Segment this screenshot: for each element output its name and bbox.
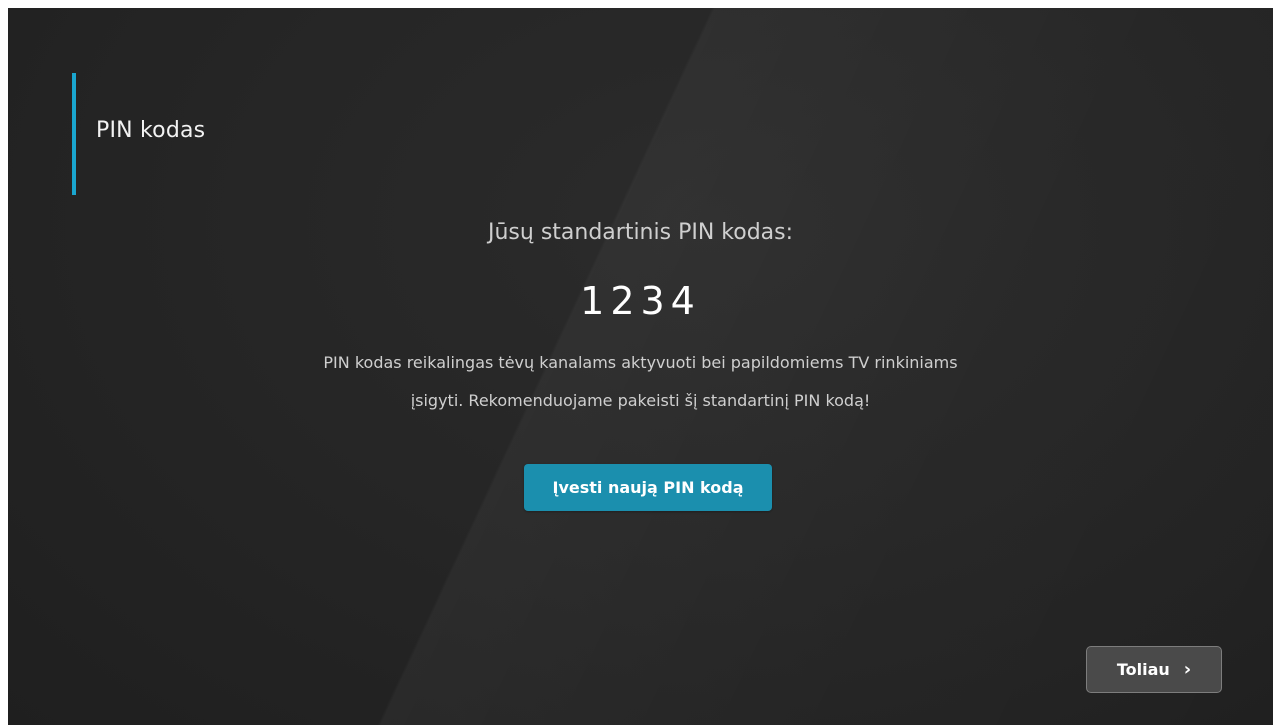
pin-description-line-1: PIN kodas reikalingas tėvų kanalams akty…: [323, 353, 958, 372]
next-button[interactable]: Toliau ›: [1086, 646, 1222, 693]
pin-setup-screen: PIN kodas Jūsų standartinis PIN kodas: 1…: [8, 8, 1273, 725]
page-title: PIN kodas: [96, 118, 206, 143]
next-button-label: Toliau: [1116, 660, 1170, 679]
title-accent-bar: [72, 73, 76, 195]
pin-description: PIN kodas reikalingas tėvų kanalams akty…: [8, 344, 1273, 420]
chevron-right-icon: ›: [1183, 658, 1192, 680]
default-pin-code: 1234: [580, 279, 701, 323]
pin-description-line-2: įsigyti. Rekomenduojame pakeisti šį stan…: [410, 391, 871, 410]
pin-subtitle: Jūsų standartinis PIN kodas:: [487, 220, 794, 245]
enter-new-pin-button[interactable]: Įvesti naują PIN kodą: [524, 464, 772, 511]
